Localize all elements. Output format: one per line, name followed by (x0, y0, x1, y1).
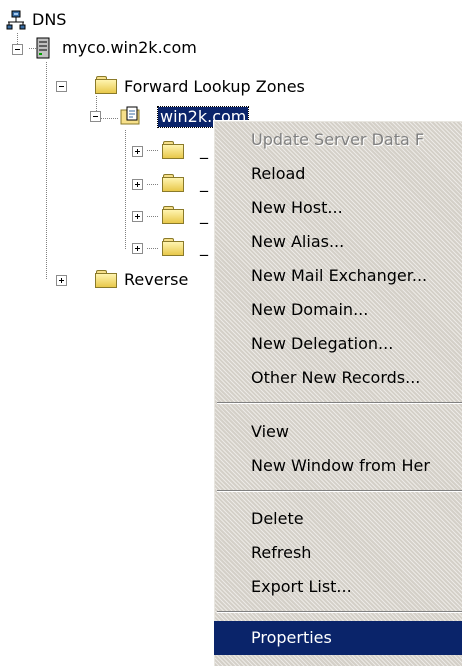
tree-connector (147, 248, 159, 249)
tree-connector (29, 48, 36, 49)
menu-item-new-domain[interactable]: New Domain... (214, 293, 462, 327)
tree-label-forward-lookup-zones: Forward Lookup Zones (124, 77, 305, 96)
folder-icon (95, 270, 117, 288)
server-tower-icon (36, 37, 50, 59)
folder-icon (162, 238, 184, 256)
tree-connector (147, 150, 159, 151)
tree-label-subfolder: _ (200, 173, 208, 192)
folder-icon (162, 174, 184, 192)
tree-connector (46, 62, 47, 280)
tree-label-subfolder: _ (200, 205, 208, 224)
context-menu: Update Server Data F Reload New Host... … (213, 120, 462, 666)
dns-network-icon (6, 10, 26, 30)
menu-separator (217, 611, 462, 613)
tree-connector (125, 130, 126, 250)
menu-item-other-new-records[interactable]: Other New Records... (214, 361, 462, 395)
menu-separator (217, 490, 462, 492)
menu-item-new-host[interactable]: New Host... (214, 191, 462, 225)
folder-icon (162, 141, 184, 159)
zone-document-icon (120, 106, 140, 125)
menu-item-refresh[interactable]: Refresh (214, 536, 462, 570)
collapse-toggle[interactable] (12, 44, 23, 55)
tree-label-dns: DNS (32, 10, 67, 29)
tree-label-reverse-lookup-zones: Reverse (124, 270, 189, 289)
folder-icon (95, 76, 117, 94)
expand-toggle[interactable] (132, 179, 143, 190)
menu-item-new-mail-exchanger[interactable]: New Mail Exchanger... (214, 259, 462, 293)
expand-toggle[interactable] (132, 211, 143, 222)
tree-label-subfolder: _ (200, 237, 208, 256)
menu-item-new-delegation[interactable]: New Delegation... (214, 327, 462, 361)
menu-item-update-server-data[interactable]: Update Server Data F (214, 123, 462, 157)
tree-connector (147, 216, 159, 217)
expand-toggle[interactable] (56, 275, 67, 286)
expand-toggle[interactable] (132, 243, 143, 254)
tree-connector (101, 118, 119, 119)
menu-item-new-alias[interactable]: New Alias... (214, 225, 462, 259)
menu-item-delete[interactable]: Delete (214, 502, 462, 536)
folder-icon (162, 206, 184, 224)
menu-item-export-list[interactable]: Export List... (214, 570, 462, 604)
collapse-toggle[interactable] (56, 81, 67, 92)
menu-item-view[interactable]: View (214, 415, 462, 449)
menu-separator (217, 402, 462, 404)
tree-connector (147, 184, 159, 185)
menu-item-properties[interactable]: Properties (214, 621, 462, 655)
tree-label-server: myco.win2k.com (62, 38, 197, 57)
menu-item-reload[interactable]: Reload (214, 157, 462, 191)
tree-label-subfolder: _ (200, 140, 208, 159)
menu-item-new-window[interactable]: New Window from Her (214, 449, 462, 483)
collapse-toggle[interactable] (90, 111, 101, 122)
expand-toggle[interactable] (132, 146, 143, 157)
